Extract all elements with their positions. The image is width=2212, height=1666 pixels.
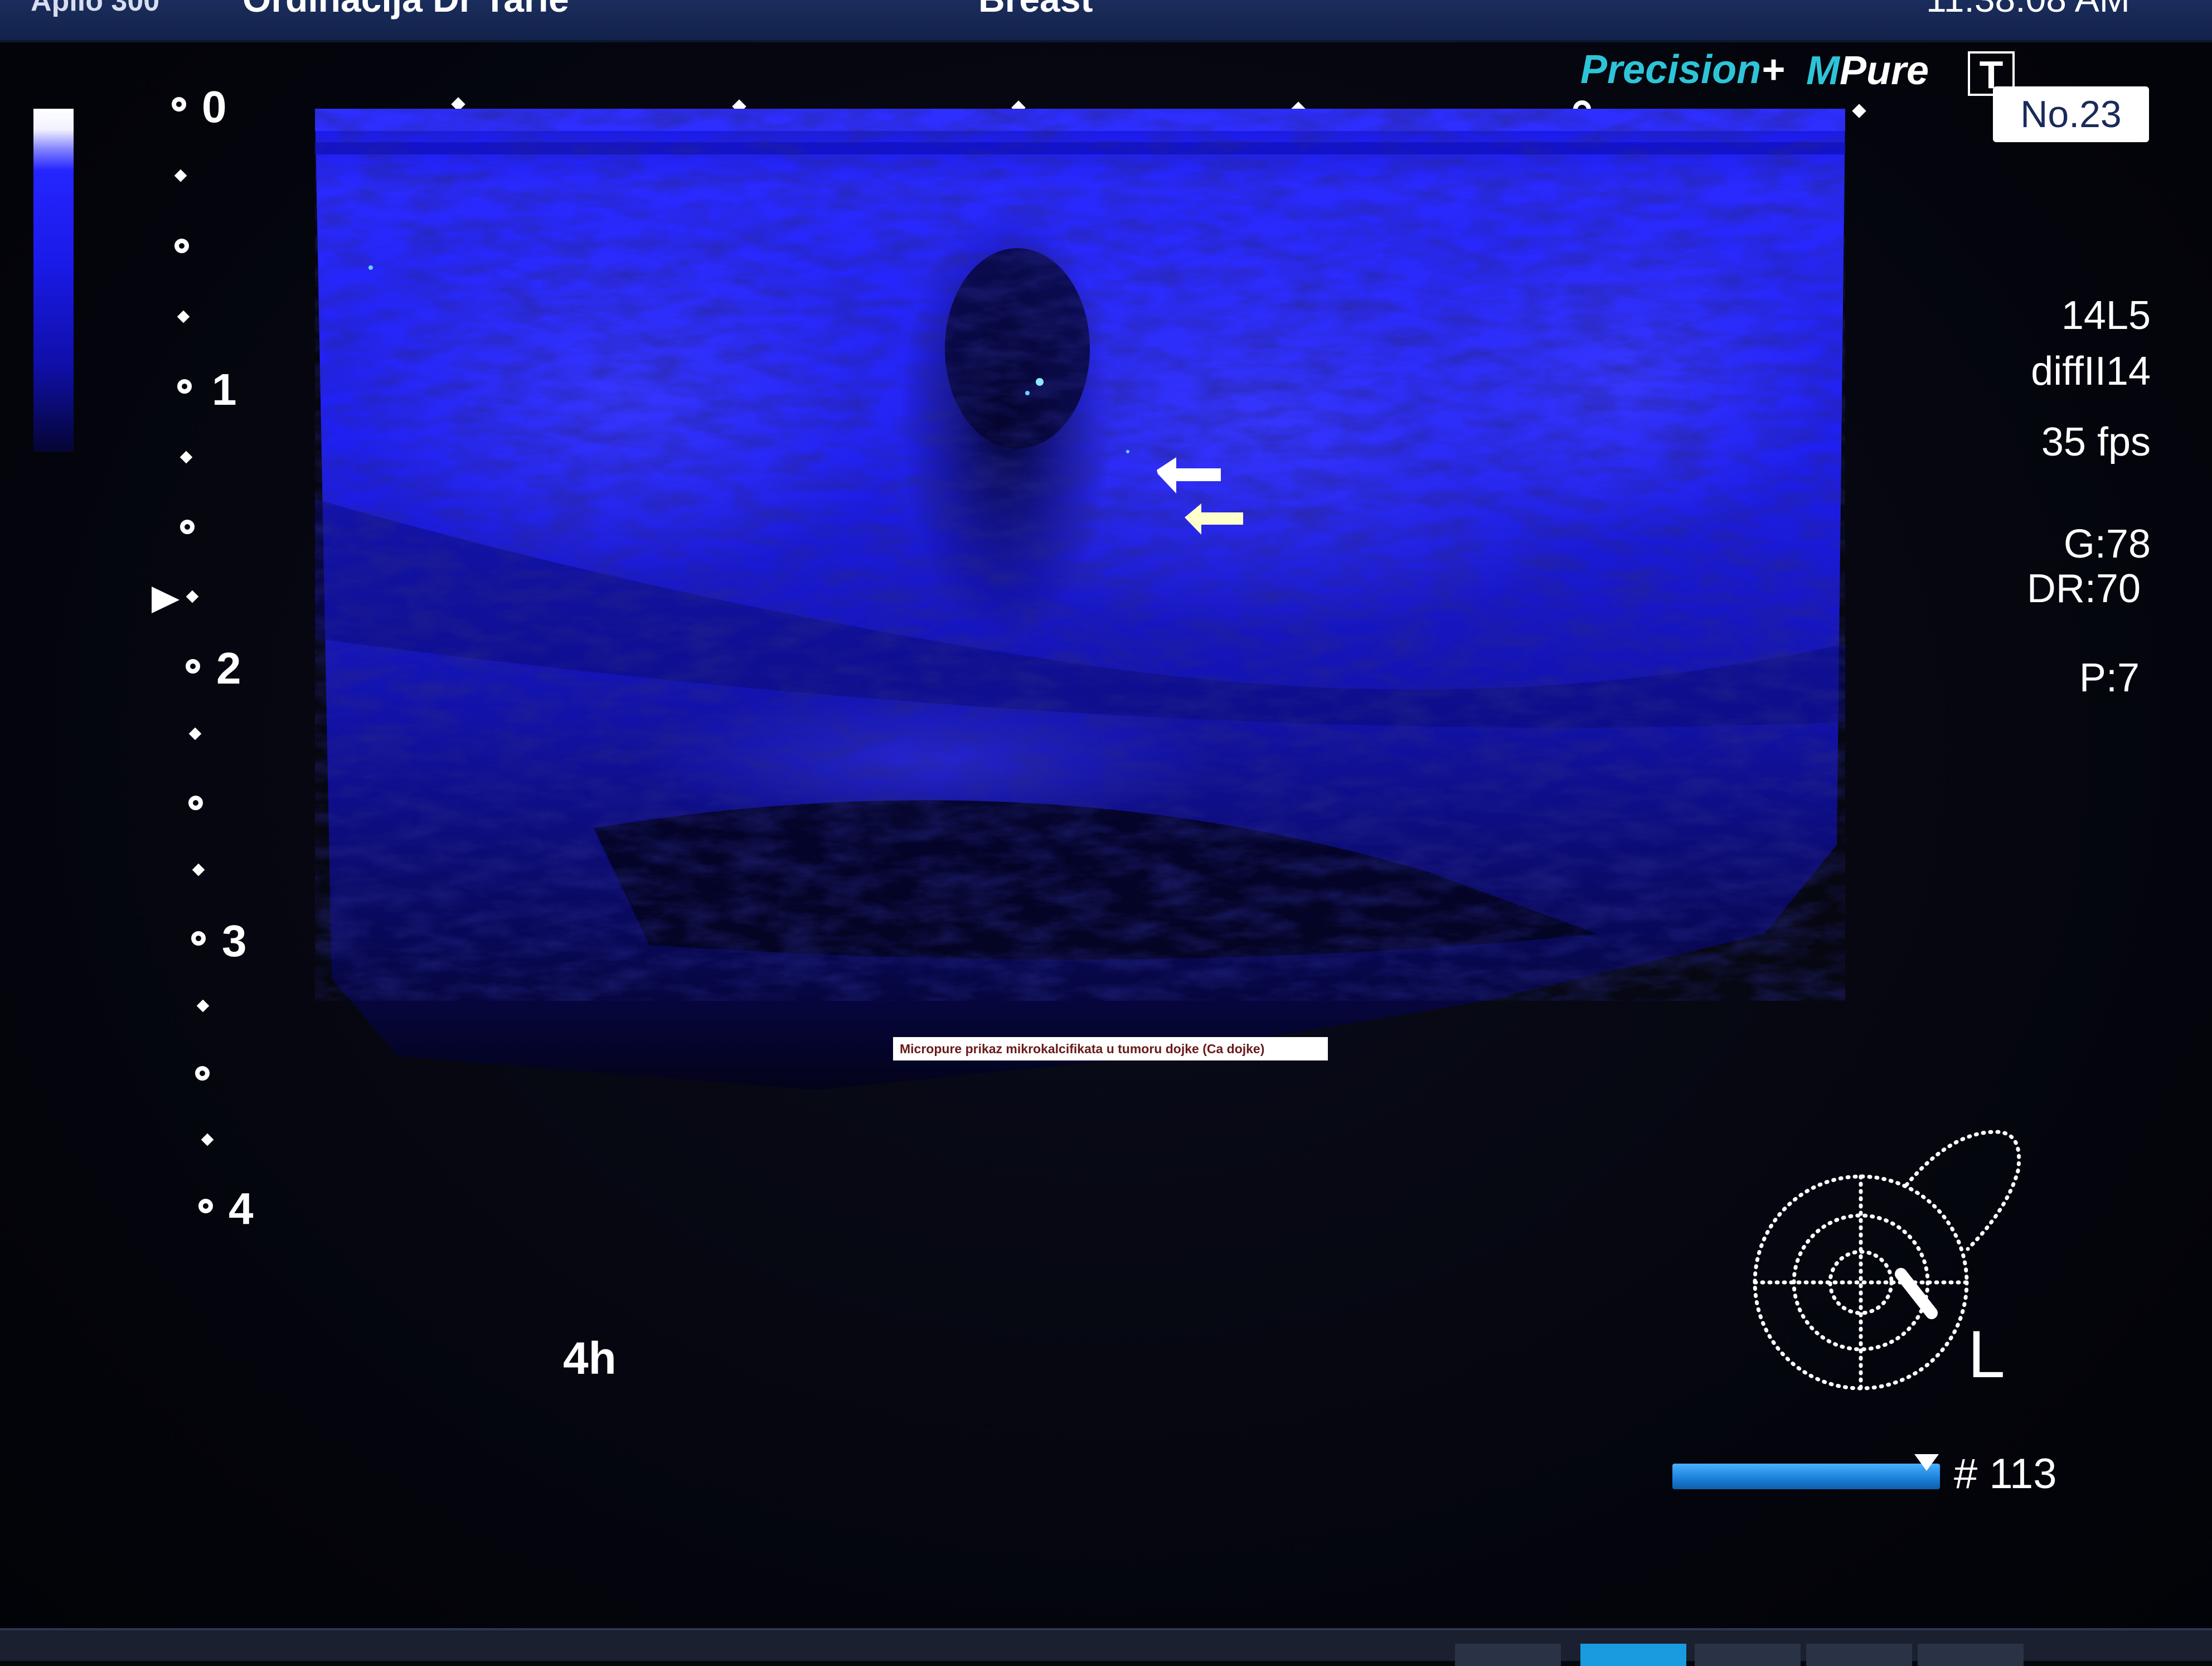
depth-marker	[174, 376, 195, 397]
annotation-textbox[interactable]: Micropure prikaz mikrokalcifikata u tumo…	[893, 1037, 1328, 1060]
depth-tick	[201, 1133, 214, 1146]
depth-label-4: 4	[229, 1184, 254, 1233]
depth-tick	[192, 863, 205, 876]
depth-scale: 0 1 2 3 4	[0, 0, 290, 1338]
clock-time: 11:38:08 AM	[1926, 0, 2130, 20]
depth-tick	[177, 310, 190, 323]
imaging-mode: diffII14	[2031, 349, 2151, 394]
depth-marker	[192, 1063, 213, 1084]
depth-marker	[188, 928, 209, 949]
depth-tick	[180, 451, 193, 464]
lateral-tick	[1852, 104, 1866, 118]
micropure-label: Pure	[1839, 49, 1929, 93]
precision-label: Precision	[1580, 47, 1762, 92]
dynamic-range: DR:70	[2026, 566, 2141, 611]
bottom-tab[interactable]	[1455, 1644, 1561, 1666]
header-bar: Aplio 300 Ordinacija Dr Tarle Breast 11:…	[0, 0, 2212, 42]
depth-tick	[186, 590, 199, 603]
depth-tick	[188, 727, 202, 740]
bottom-tab[interactable]	[1695, 1644, 1801, 1666]
power-value: P:7	[2079, 656, 2140, 700]
bottom-tab[interactable]	[1806, 1644, 1912, 1666]
frame-rate: 35 fps	[2041, 420, 2151, 464]
depth-marker	[185, 792, 206, 813]
depth-marker	[182, 656, 203, 677]
frame-number-badge: No.23	[1993, 86, 2149, 142]
depth-label-1: 1	[212, 365, 237, 414]
precision-plus: +	[1761, 47, 1785, 92]
clinic-name: Ordinacija Dr Tarle	[242, 0, 569, 20]
depth-marker	[168, 94, 190, 115]
depth-marker	[171, 235, 192, 256]
depth-marker	[195, 1195, 216, 1217]
exam-preset: Breast	[978, 0, 1093, 20]
cine-position-marker[interactable]	[1914, 1454, 1939, 1471]
micropure-m: M	[1806, 49, 1840, 93]
bottom-tab[interactable]	[1918, 1644, 2024, 1666]
clock-position-label: 4h	[563, 1333, 617, 1384]
depth-tick	[174, 169, 187, 182]
cine-loop-bar[interactable]	[1672, 1464, 1940, 1489]
probe-label: 14L5	[2061, 293, 2151, 338]
bottom-tab-active[interactable]	[1580, 1644, 1686, 1666]
depth-label-3: 3	[222, 916, 247, 966]
cine-frame-count: # 113	[1954, 1450, 2057, 1498]
depth-label-2: 2	[216, 643, 241, 693]
ultrasound-screen: Aplio 300 Ordinacija Dr Tarle Breast 11:…	[0, 0, 2212, 1666]
depth-label-0: 0	[202, 82, 227, 132]
gain-value: G:78	[2063, 522, 2151, 566]
focus-marker[interactable]	[152, 587, 180, 613]
depth-marker	[177, 516, 198, 537]
micropure-logo: MPure	[1806, 48, 1929, 94]
side-label: L	[1968, 1317, 2005, 1392]
precision-logo: Precision+	[1580, 47, 1784, 93]
depth-tick	[196, 999, 210, 1013]
